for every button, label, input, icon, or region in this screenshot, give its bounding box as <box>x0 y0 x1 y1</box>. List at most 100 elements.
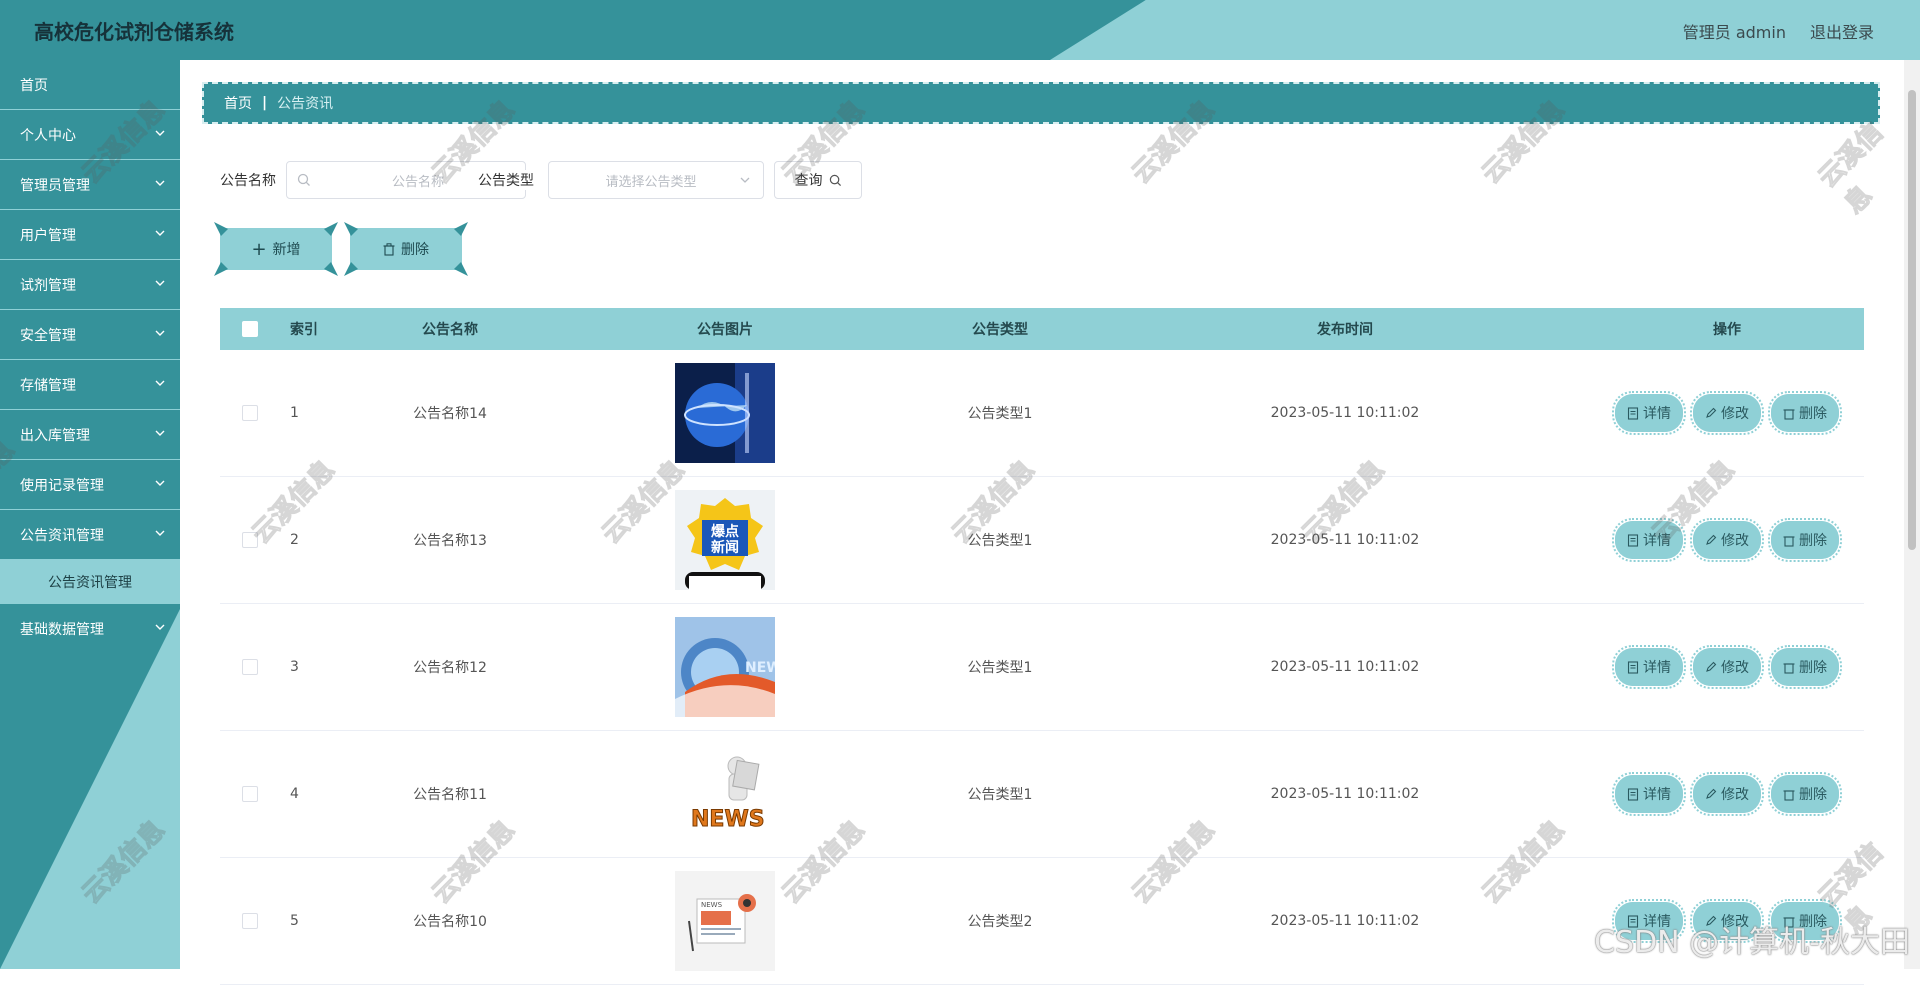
cell-index: 1 <box>290 405 299 421</box>
main-content: 首页 | 公告资讯 公告名称 公告名称 公告类型 请选择公告类型 查询 + 新增… <box>180 60 1920 985</box>
scrollbar-thumb[interactable] <box>1908 90 1916 550</box>
cell-time: 2023-05-11 10:11:02 <box>1270 405 1420 421</box>
row-actions: 详情 修改 删除 <box>1590 899 1864 943</box>
edit-button[interactable]: 修改 <box>1690 391 1764 435</box>
row-actions: 详情 修改 删除 <box>1590 645 1864 689</box>
svg-text:爆点: 爆点 <box>711 523 739 540</box>
chevron-down-icon <box>155 480 165 486</box>
type-select-placeholder: 请选择公告类型 <box>605 174 697 190</box>
type-select[interactable]: 请选择公告类型 <box>548 161 764 199</box>
breadcrumb-home[interactable]: 首页 <box>224 93 252 113</box>
pencil-icon <box>1706 788 1717 799</box>
sidebar-item-2[interactable]: 管理员管理 <box>0 160 180 210</box>
plus-icon: + <box>251 238 267 260</box>
delete-button[interactable]: 删除 <box>1768 645 1842 689</box>
sidebar-item-label: 用户管理 <box>20 227 76 244</box>
sidebar-item-1[interactable]: 个人中心 <box>0 110 180 160</box>
cell-index: 2 <box>290 532 299 548</box>
detail-button[interactable]: 详情 <box>1612 772 1686 816</box>
news-broadcast-image[interactable]: NEWS <box>675 617 775 717</box>
cell-name: 公告名称13 <box>413 533 487 549</box>
chevron-down-icon <box>155 624 165 630</box>
trash-icon <box>1783 916 1795 928</box>
sidebar-item-3[interactable]: 用户管理 <box>0 210 180 260</box>
col-image: 公告图片 <box>697 322 753 338</box>
breadcrumb-current: 公告资讯 <box>277 96 334 112</box>
sidebar-item-label: 存储管理 <box>20 377 76 394</box>
delete-button-label: 删除 <box>1799 660 1827 676</box>
logout-link[interactable]: 退出登录 <box>1810 19 1874 43</box>
edit-button[interactable]: 修改 <box>1690 899 1764 943</box>
header-user-area: 管理员 admin 退出登录 <box>1683 19 1874 43</box>
add-button-label: 新增 <box>272 242 301 258</box>
trash-icon <box>1783 662 1795 674</box>
cell-index: 3 <box>290 659 299 675</box>
sidebar-item-label: 出入库管理 <box>20 427 90 444</box>
search-icon <box>829 174 841 186</box>
edit-button[interactable]: 修改 <box>1690 772 1764 816</box>
col-name: 公告名称 <box>422 322 478 338</box>
trash-icon <box>1783 408 1795 420</box>
sidebar-item-6[interactable]: 存储管理 <box>0 360 180 410</box>
news-paper-image[interactable]: NEWS <box>675 871 775 971</box>
row-checkbox[interactable] <box>242 532 258 548</box>
detail-button[interactable]: 详情 <box>1612 391 1686 435</box>
delete-button[interactable]: 删除 <box>1768 391 1842 435</box>
delete-button[interactable]: 删除 <box>1768 899 1842 943</box>
row-actions: 详情 修改 删除 <box>1590 518 1864 562</box>
add-button[interactable]: + 新增 <box>214 222 338 276</box>
edit-button[interactable]: 修改 <box>1690 518 1764 562</box>
sidebar-item-8[interactable]: 使用记录管理 <box>0 460 180 510</box>
table-row: 5 公告名称10 NEWS 公告类型2 2023-05-11 10:11:02 详情 修改 删… <box>220 858 1864 985</box>
pencil-icon <box>1706 534 1717 545</box>
search-icon <box>297 173 310 186</box>
detail-button-label: 详情 <box>1643 914 1671 930</box>
row-checkbox[interactable] <box>242 913 258 929</box>
edit-button[interactable]: 修改 <box>1690 645 1764 689</box>
table-header: 索引 公告名称 公告图片 公告类型 发布时间 操作 <box>220 308 1864 350</box>
news-figure-image[interactable]: NEWS <box>675 744 775 844</box>
svg-text:NEWS: NEWS <box>691 807 765 832</box>
delete-button[interactable]: 删除 <box>1768 518 1842 562</box>
row-checkbox[interactable] <box>242 786 258 802</box>
cell-type: 公告类型1 <box>967 660 1033 676</box>
chevron-down-icon <box>740 177 750 183</box>
detail-button[interactable]: 详情 <box>1612 518 1686 562</box>
page-scrollbar[interactable] <box>1904 60 1920 969</box>
row-actions: 详情 修改 删除 <box>1590 391 1864 435</box>
row-checkbox[interactable] <box>242 659 258 675</box>
col-type: 公告类型 <box>972 322 1028 338</box>
admin-user-label[interactable]: 管理员 admin <box>1683 19 1786 43</box>
row-checkbox[interactable] <box>242 405 258 421</box>
sidebar-item-label: 试剂管理 <box>20 277 76 294</box>
batch-delete-label: 删除 <box>401 242 429 258</box>
sidebar-item-4[interactable]: 试剂管理 <box>0 260 180 310</box>
document-icon <box>1627 406 1639 420</box>
sidebar-item-0[interactable]: 首页 <box>0 60 180 110</box>
pencil-icon <box>1706 915 1717 926</box>
cell-index: 4 <box>290 786 299 802</box>
edit-button-label: 修改 <box>1721 533 1749 549</box>
query-button[interactable]: 查询 <box>774 161 862 199</box>
sidebar-item-5[interactable]: 安全管理 <box>0 310 180 360</box>
sidebar-item-basic-data[interactable]: 基础数据管理 <box>0 604 180 654</box>
globe-news-image[interactable] <box>675 363 775 463</box>
sidebar-subitem-announcement[interactable]: 公告资讯管理 <box>0 560 180 604</box>
chevron-down-icon <box>155 280 165 286</box>
detail-button[interactable]: 详情 <box>1612 899 1686 943</box>
sidebar-item-label: 个人中心 <box>20 127 76 144</box>
sidebar-item-label: 公告资讯管理 <box>20 527 104 544</box>
delete-button[interactable]: 删除 <box>1768 772 1842 816</box>
batch-delete-button[interactable]: 删除 <box>344 222 468 276</box>
select-all-checkbox[interactable] <box>242 321 258 337</box>
sidebar-item-label: 安全管理 <box>20 327 76 344</box>
table-row: 1 公告名称14 公告类型1 2023-05-11 10:11:02 详情 修改 删除 <box>220 350 1864 477</box>
document-icon <box>1627 914 1639 928</box>
sidebar-item-7[interactable]: 出入库管理 <box>0 410 180 460</box>
detail-button[interactable]: 详情 <box>1612 645 1686 689</box>
sidebar-item-label: 基础数据管理 <box>20 622 104 638</box>
sidebar-item-9[interactable]: 公告资讯管理 <box>0 510 180 560</box>
hot-news-image[interactable]: 爆点 新闻 <box>675 490 775 590</box>
pencil-icon <box>1706 407 1717 418</box>
cell-name: 公告名称11 <box>413 787 487 803</box>
